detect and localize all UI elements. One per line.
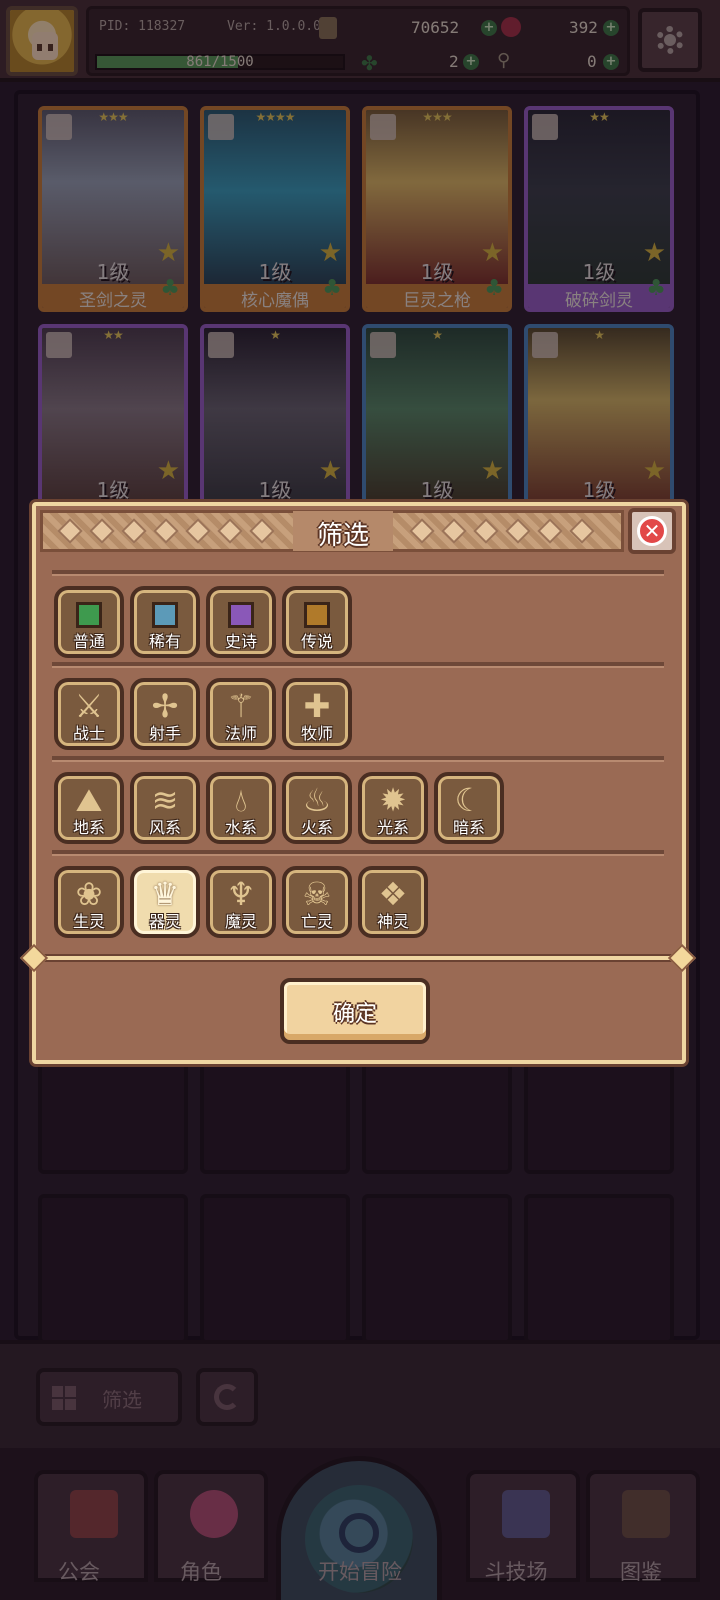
filter-label: 战士	[72, 724, 105, 743]
dialog-title: 筛选	[316, 521, 369, 551]
filter-label: 水系	[224, 818, 257, 837]
filter-label: 法师	[224, 724, 257, 743]
filter-race-artifact[interactable]: ♛ 器灵	[130, 866, 200, 938]
filter-rarity-legendary[interactable]: 传说	[282, 586, 352, 658]
filter-race-undead[interactable]: ☠ 亡灵	[282, 866, 352, 938]
filter-label: 暗系	[452, 818, 485, 837]
filter-label: 射手	[148, 724, 181, 743]
filter-element-light[interactable]: ✹ 光系	[358, 772, 428, 844]
filter-class-mage[interactable]: ⚚ 法师	[206, 678, 276, 750]
filter-class-priest[interactable]: ✚ 牧师	[282, 678, 352, 750]
dialog-footer-divider	[36, 954, 682, 962]
filter-label: 魔灵	[224, 912, 257, 931]
filter-rarity-epic[interactable]: 史诗	[206, 586, 276, 658]
filter-label: 神灵	[376, 912, 409, 931]
filter-rarity-common[interactable]: 普通	[54, 586, 124, 658]
filter-label: 火系	[300, 818, 333, 837]
filter-label: 牧师	[300, 724, 333, 743]
filter-element-dark[interactable]: ☾ 暗系	[434, 772, 504, 844]
filter-label: 地系	[72, 818, 105, 837]
rarity-filter-row: 普通 稀有 史诗 传说	[54, 586, 674, 668]
filter-element-fire[interactable]: ♨ 火系	[282, 772, 352, 844]
filter-label: 史诗	[224, 632, 257, 651]
green-square-icon	[76, 602, 102, 628]
dialog-header: 筛选	[40, 510, 624, 552]
filter-race-divine[interactable]: ❖ 神灵	[358, 866, 428, 938]
filter-label: 稀有	[148, 632, 181, 651]
filter-class-warrior[interactable]: ⚔ 战士	[54, 678, 124, 750]
filter-label: 风系	[148, 818, 181, 837]
filter-label: 亡灵	[300, 912, 333, 931]
purple-square-icon	[228, 602, 254, 628]
blue-square-icon	[152, 602, 178, 628]
close-icon: ✕	[637, 516, 667, 546]
filter-element-water[interactable]: 💧︎ 水系	[206, 772, 276, 844]
class-filter-row: ⚔ 战士 ✢ 射手 ⚚ 法师 ✚ 牧师	[54, 678, 674, 760]
filter-label: 生灵	[72, 912, 105, 931]
close-button[interactable]: ✕	[628, 508, 676, 554]
filter-label: 光系	[376, 818, 409, 837]
filter-rarity-rare[interactable]: 稀有	[130, 586, 200, 658]
filter-element-earth[interactable]: ⛰ 地系	[54, 772, 124, 844]
filter-race-living[interactable]: ❀ 生灵	[54, 866, 124, 938]
filter-label: 普通	[72, 632, 105, 651]
filter-dialog: 筛选 ✕ 普通 稀有 史诗 传说 ⚔ 战士 ✢ 射手 ⚚ 法师 ✚ 牧师 ⛰ 地…	[19, 502, 697, 1064]
filter-element-wind[interactable]: ≋ 风系	[130, 772, 200, 844]
confirm-button-label: 确定	[332, 1002, 377, 1027]
filter-label: 器灵	[148, 912, 181, 931]
orange-square-icon	[304, 602, 330, 628]
confirm-button[interactable]: 确定	[280, 978, 430, 1044]
filter-label: 传说	[300, 632, 333, 651]
filter-class-archer[interactable]: ✢ 射手	[130, 678, 200, 750]
race-filter-row: ❀ 生灵 ♛ 器灵 ♆ 魔灵 ☠ 亡灵 ❖ 神灵	[54, 866, 674, 948]
filter-race-demon[interactable]: ♆ 魔灵	[206, 866, 276, 938]
element-filter-row: ⛰ 地系 ≋ 风系 💧︎ 水系 ♨ 火系 ✹ 光系 ☾ 暗系	[54, 772, 674, 854]
